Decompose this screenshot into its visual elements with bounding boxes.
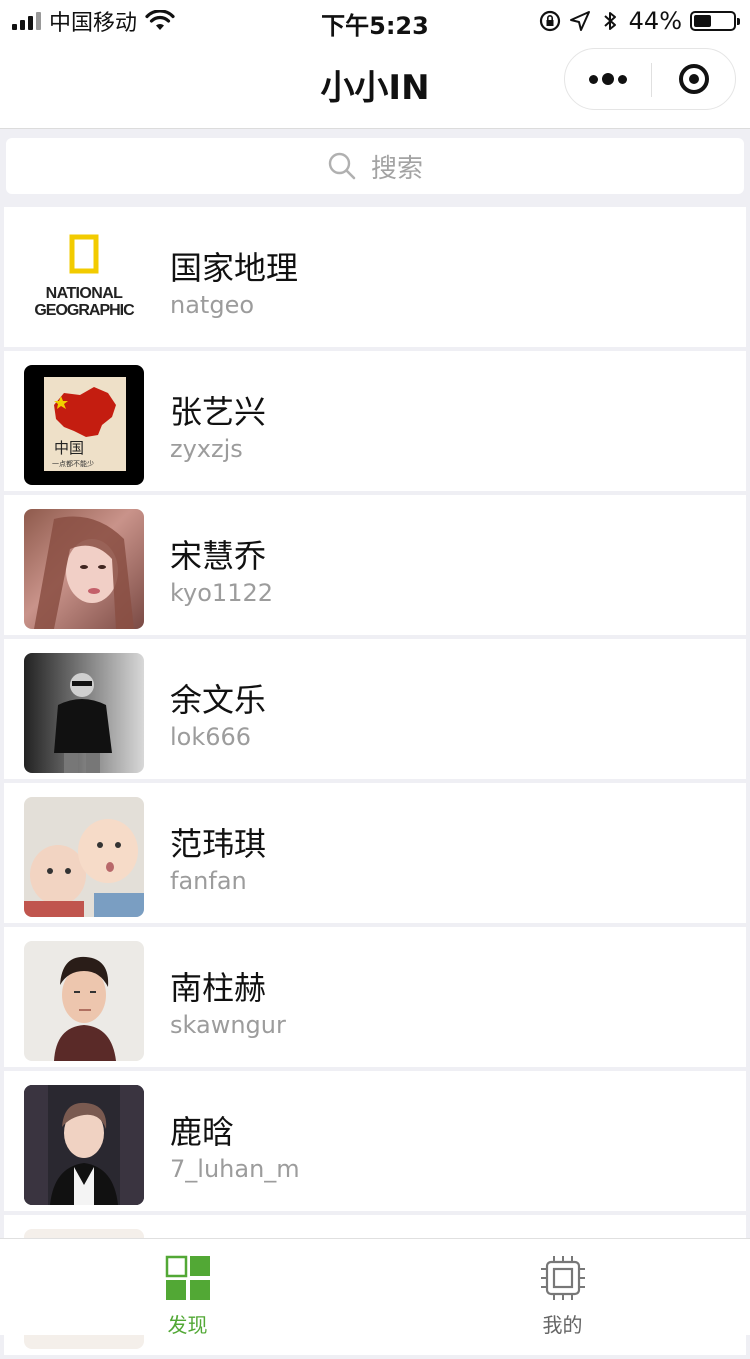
item-name: 余文乐 [170, 681, 267, 719]
miniprogram-capsule [564, 48, 736, 110]
discover-grid-icon [165, 1255, 210, 1300]
item-name: 鹿晗 [170, 1113, 235, 1151]
china-map-image: 中国 一点都不能少 [44, 377, 126, 471]
svg-text:中国: 中国 [54, 439, 84, 457]
tab-discover[interactable]: 发现 [0, 1239, 375, 1337]
portrait-photo [34, 516, 134, 629]
item-handle: kyo1122 [170, 579, 274, 607]
babies-photo [24, 819, 144, 917]
status-right: 44% [539, 6, 740, 36]
location-arrow-icon [569, 11, 590, 31]
item-name: 南柱赫 [170, 969, 267, 1007]
portrait-photo [24, 1085, 144, 1205]
list-item[interactable]: NATIONAL GEOGRAPHIC 国家地理 natgeo [4, 207, 746, 347]
list-item[interactable]: 范玮琪 fanfan [4, 783, 746, 923]
battery-percent: 44% [628, 7, 682, 35]
avatar: 中国 一点都不能少 [24, 365, 144, 485]
more-button[interactable] [565, 49, 651, 109]
item-name: 宋慧乔 [170, 537, 267, 575]
list-item[interactable]: 南柱赫 skawngur [4, 927, 746, 1067]
avatar: NATIONAL GEOGRAPHIC [24, 221, 144, 341]
battery-fill [694, 15, 711, 27]
target-circle-icon [679, 64, 709, 94]
more-dot-icon [589, 74, 598, 84]
svg-text:NATIONAL: NATIONAL [46, 285, 123, 302]
tab-bar: 发现 我的 [0, 1238, 750, 1337]
item-handle: 7_luhan_m [170, 1155, 300, 1183]
tab-mine[interactable]: 我的 [375, 1239, 750, 1337]
item-handle: skawngur [170, 1011, 286, 1039]
list-item[interactable]: 余文乐 lok666 [4, 639, 746, 779]
list-item[interactable]: 鹿晗 7_luhan_m [4, 1071, 746, 1211]
natgeo-logo: NATIONAL GEOGRAPHIC [34, 234, 136, 319]
search-icon [328, 152, 356, 180]
item-name: 张艺兴 [170, 393, 267, 431]
more-dot-icon [618, 74, 627, 84]
portrait-photo [54, 673, 112, 773]
bluetooth-icon [603, 12, 616, 30]
list-item[interactable]: 中国 一点都不能少 张艺兴 zyxzjs [4, 351, 746, 491]
avatar [24, 797, 144, 917]
item-handle: fanfan [170, 867, 247, 895]
svg-text:一点都不能少: 一点都不能少 [52, 459, 94, 468]
item-handle: natgeo [170, 291, 255, 319]
search-input[interactable]: 搜索 [6, 138, 744, 194]
account-list: NATIONAL GEOGRAPHIC 国家地理 natgeo 中国 一点都不能… [4, 207, 746, 1359]
more-dot-icon [602, 73, 614, 85]
close-button[interactable] [651, 49, 737, 109]
item-handle: zyxzjs [170, 435, 243, 463]
list-item[interactable]: 宋慧乔 kyo1122 [4, 495, 746, 635]
item-handle: lok666 [170, 723, 252, 751]
item-name: 范玮琪 [170, 825, 267, 863]
rotation-lock-icon [539, 10, 560, 32]
avatar [24, 1085, 144, 1205]
status-bar: 中国移动 下午5:23 44% [0, 0, 750, 40]
avatar [24, 509, 144, 629]
battery-icon [690, 11, 740, 31]
portrait-photo [54, 956, 116, 1061]
svg-text:GEOGRAPHIC: GEOGRAPHIC [34, 302, 135, 319]
avatar [24, 941, 144, 1061]
avatar [24, 653, 144, 773]
chip-icon [541, 1256, 585, 1300]
search-placeholder: 搜索 [370, 153, 423, 184]
item-name: 国家地理 [170, 249, 299, 287]
nav-bar: 小小IN [0, 40, 750, 129]
